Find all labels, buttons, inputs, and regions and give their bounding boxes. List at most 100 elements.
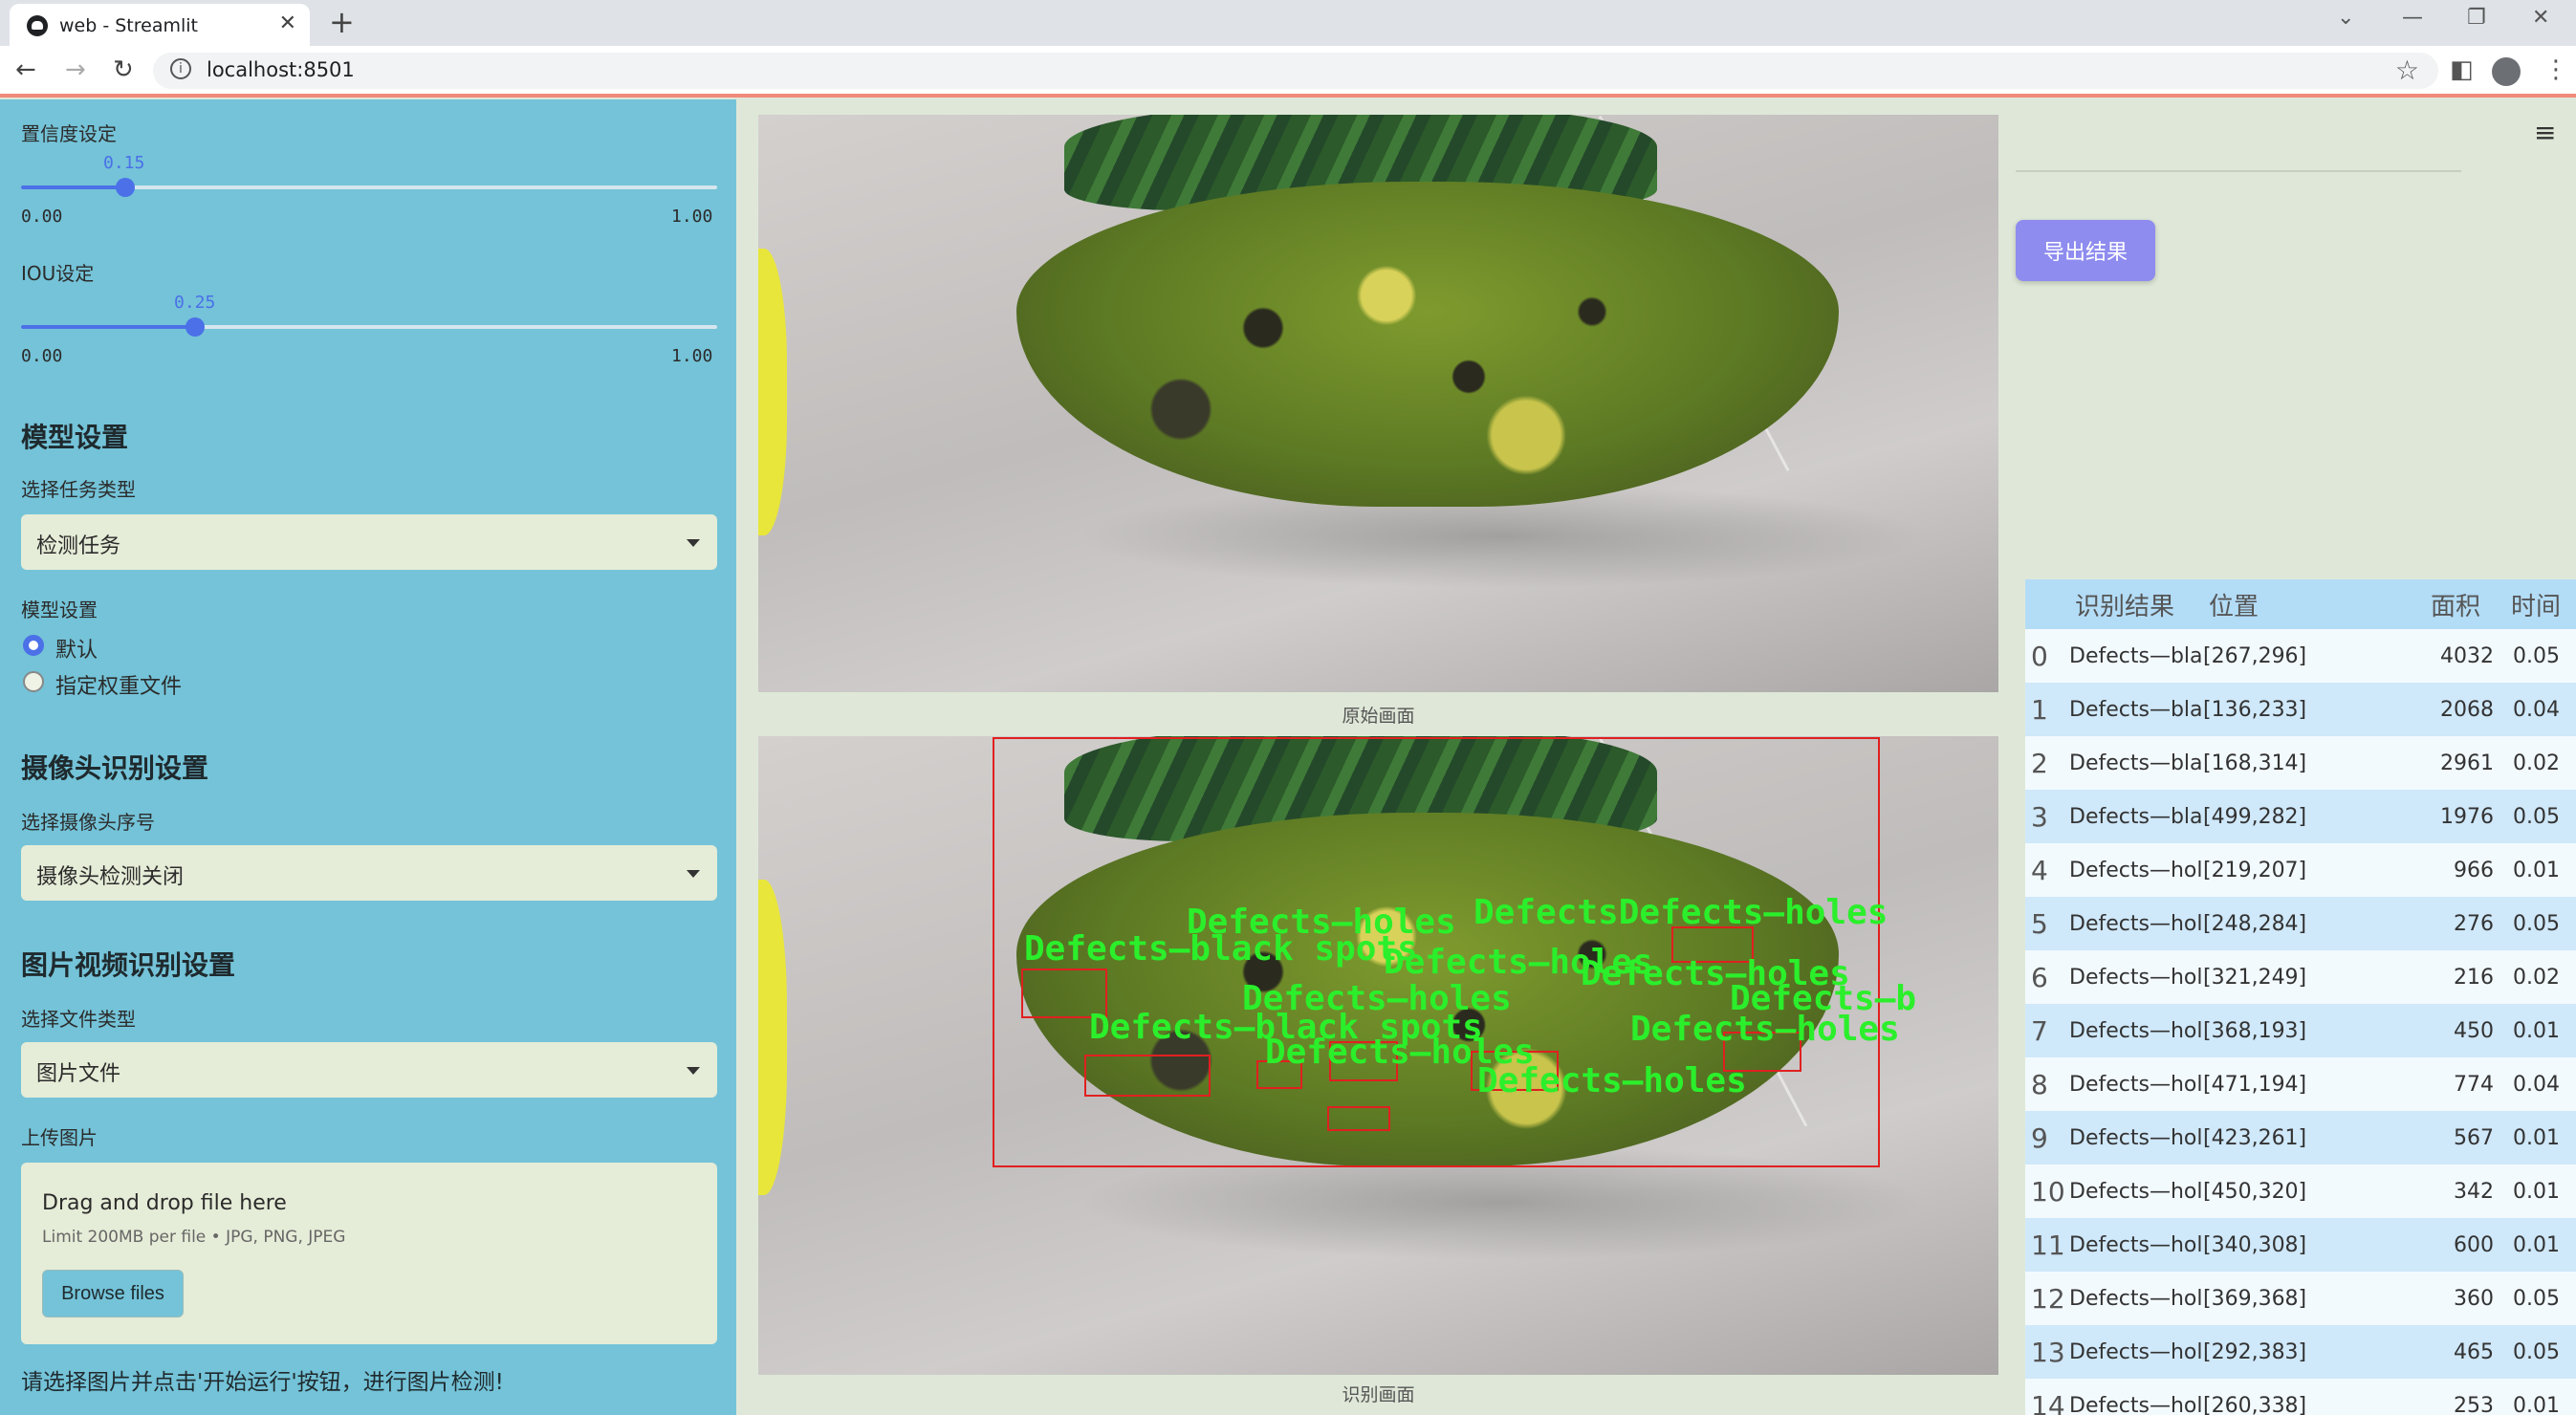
task-type-select[interactable]: 检测任务: [21, 514, 717, 570]
browser-menu-kebab-icon[interactable]: ⋮: [2543, 55, 2568, 84]
row-position: [369,368]: [2203, 1272, 2425, 1325]
row-index: 7: [2025, 1004, 2069, 1057]
header-area[interactable]: 面积: [2425, 579, 2505, 629]
model-settings-heading: 模型设置: [21, 422, 129, 453]
bookmark-star-icon[interactable]: ☆: [2395, 54, 2419, 86]
header-index[interactable]: [2025, 579, 2069, 629]
file-dropzone[interactable]: Drag and drop file here Limit 200MB per …: [21, 1163, 717, 1344]
restore-icon[interactable]: ❐: [2467, 6, 2486, 30]
row-index: 4: [2025, 843, 2069, 897]
hamburger-menu-icon[interactable]: ≡: [2534, 117, 2556, 148]
row-area: 567: [2425, 1111, 2505, 1165]
radio-custom-weights-label: 指定权重文件: [55, 675, 183, 699]
header-result[interactable]: 识别结果: [2069, 579, 2203, 629]
table-row[interactable]: 11Defects—holes[340,308]6000.01: [2025, 1218, 2576, 1272]
table-row[interactable]: 5Defects—holes[248,284]2760.05: [2025, 897, 2576, 950]
chevron-down-icon: [687, 539, 700, 547]
detection-label: Defects—holes: [1630, 1010, 1900, 1049]
confidence-slider-thumb[interactable]: [116, 178, 135, 197]
detection-box: [1084, 1055, 1211, 1097]
row-area: 465: [2425, 1325, 2505, 1379]
table-row[interactable]: 0Defects—black spots[267,296]40320.05: [2025, 629, 2576, 683]
row-index: 13: [2025, 1325, 2069, 1379]
row-position: [499,282]: [2203, 790, 2425, 843]
row-index: 10: [2025, 1165, 2069, 1218]
row-result: Defects—holes: [2069, 897, 2203, 950]
row-time: 0.05: [2505, 897, 2576, 950]
window-close-icon[interactable]: ✕: [2532, 6, 2549, 30]
table-row[interactable]: 7Defects—holes[368,193]4500.01: [2025, 1004, 2576, 1057]
original-caption: 原始画面: [1342, 706, 1415, 727]
sidebar: 置信度设定 0.15 0.00 1.00 IOU设定 0.25 0.00 1.0…: [0, 99, 736, 1415]
file-type-select[interactable]: 图片文件: [21, 1042, 717, 1098]
minimize-icon[interactable]: —: [2402, 6, 2423, 30]
browser-tab[interactable]: web - Streamlit ✕: [10, 4, 310, 46]
reload-icon[interactable]: ↻: [113, 55, 134, 84]
row-index: 5: [2025, 897, 2069, 950]
row-position: [368,193]: [2203, 1004, 2425, 1057]
row-position: [340,308]: [2203, 1218, 2425, 1272]
camera-index-select[interactable]: 摄像头检测关闭: [21, 845, 717, 901]
media-settings-heading: 图片视频识别设置: [21, 949, 236, 981]
site-info-icon[interactable]: i: [170, 58, 191, 79]
table-row[interactable]: 6Defects—holes[321,249]2160.02: [2025, 950, 2576, 1004]
row-result: Defects—holes: [2069, 950, 2203, 1004]
back-arrow-icon[interactable]: ←: [15, 55, 36, 84]
row-index: 3: [2025, 790, 2069, 843]
row-position: [136,233]: [2203, 683, 2425, 736]
table-row[interactable]: 14Defects—holes[260,338]2530.01: [2025, 1379, 2576, 1415]
detection-image: Defects—holes Defects—black spots Defect…: [758, 736, 1998, 1375]
table-row[interactable]: 9Defects—holes[423,261]5670.01: [2025, 1111, 2576, 1165]
close-tab-icon[interactable]: ✕: [279, 11, 296, 35]
table-row[interactable]: 8Defects—holes[471,194]7740.04: [2025, 1057, 2576, 1111]
detection-overlay: Defects—holes Defects—black spots Defect…: [993, 737, 1916, 1167]
iou-value: 0.25: [174, 293, 216, 313]
row-time: 0.04: [2505, 1057, 2576, 1111]
row-area: 360: [2425, 1272, 2505, 1325]
row-time: 0.01: [2505, 843, 2576, 897]
row-position: [248,284]: [2203, 897, 2425, 950]
profile-avatar-icon[interactable]: [2492, 57, 2521, 86]
export-results-button[interactable]: 导出结果: [2016, 220, 2155, 281]
detection-box: [1327, 1106, 1390, 1131]
header-position[interactable]: 位置: [2203, 579, 2425, 629]
tab-title: web - Streamlit: [59, 15, 198, 36]
row-time: 0.02: [2505, 736, 2576, 790]
row-time: 0.05: [2505, 1272, 2576, 1325]
row-result: Defects—holes: [2069, 1272, 2203, 1325]
browser-tab-bar: web - Streamlit ✕ + ⌄ — ❐ ✕: [0, 0, 2576, 46]
new-tab-icon[interactable]: +: [329, 4, 355, 40]
browse-files-button[interactable]: Browse files: [42, 1270, 184, 1317]
tab-list-chevron-icon[interactable]: ⌄: [2337, 6, 2354, 30]
radio-default[interactable]: [23, 635, 44, 656]
side-panel-icon[interactable]: ◧: [2450, 55, 2474, 84]
row-position: [267,296]: [2203, 629, 2425, 683]
row-position: [423,261]: [2203, 1111, 2425, 1165]
results-table[interactable]: 识别结果 位置 面积 时间 0Defects—black spots[267,2…: [2025, 579, 2576, 1415]
table-row[interactable]: 2Defects—black spots[168,314]29610.02: [2025, 736, 2576, 790]
iou-slider-fill: [21, 325, 195, 329]
table-row[interactable]: 3Defects—black spots[499,282]19760.05: [2025, 790, 2576, 843]
row-index: 11: [2025, 1218, 2069, 1272]
row-position: [292,383]: [2203, 1325, 2425, 1379]
table-row[interactable]: 13Defects—holes[292,383]4650.05: [2025, 1325, 2576, 1379]
detection-label: Defects—black spots: [1024, 929, 1418, 969]
table-row[interactable]: 4Defects—holes[219,207]9660.01: [2025, 843, 2576, 897]
iou-slider[interactable]: [21, 317, 717, 337]
row-result: Defects—holes: [2069, 1165, 2203, 1218]
row-result: Defects—black spots: [2069, 683, 2203, 736]
address-bar[interactable]: i localhost:8501 ☆: [153, 53, 2438, 89]
radio-custom-weights[interactable]: [23, 671, 44, 692]
iou-slider-thumb[interactable]: [186, 317, 205, 337]
confidence-slider[interactable]: [21, 178, 717, 197]
table-row[interactable]: 12Defects—holes[369,368]3600.05: [2025, 1272, 2576, 1325]
header-time[interactable]: 时间: [2505, 579, 2576, 629]
table-row[interactable]: 1Defects—black spots[136,233]20680.04: [2025, 683, 2576, 736]
row-time: 0.05: [2505, 790, 2576, 843]
dropzone-limit: Limit 200MB per file • JPG, PNG, JPEG: [42, 1228, 346, 1247]
forward-arrow-icon[interactable]: →: [65, 55, 86, 84]
streamlit-favicon-icon: [27, 15, 48, 36]
row-position: [219,207]: [2203, 843, 2425, 897]
row-time: 0.05: [2505, 1325, 2576, 1379]
table-row[interactable]: 10Defects—holes[450,320]3420.01: [2025, 1165, 2576, 1218]
